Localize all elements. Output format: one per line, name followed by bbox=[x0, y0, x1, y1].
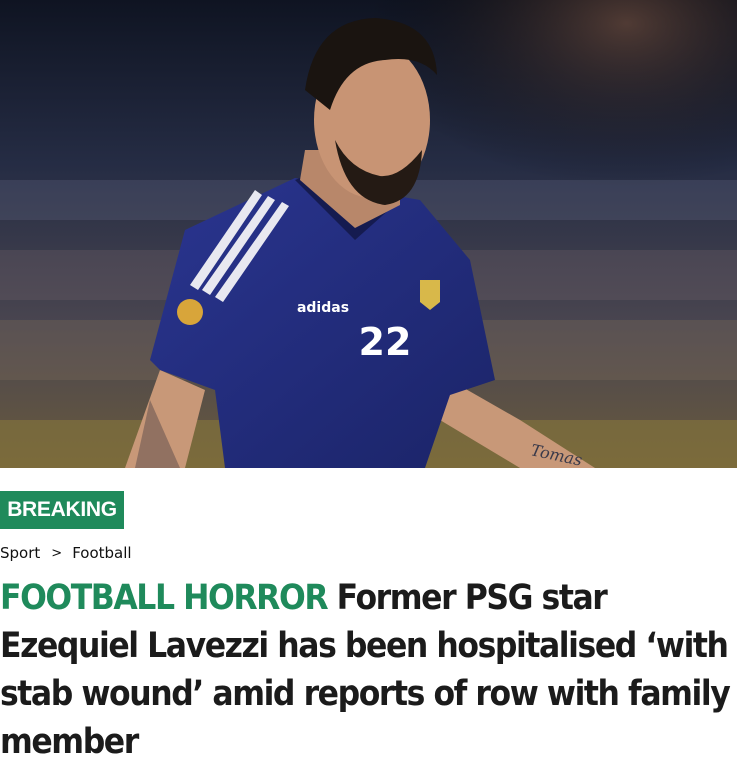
hero-image: 22 adidas Tomas bbox=[0, 0, 737, 468]
breaking-badge: BREAKING bbox=[0, 491, 124, 529]
jersey-brand: adidas bbox=[297, 300, 349, 316]
breadcrumb: Sport > Football bbox=[0, 542, 132, 564]
page-title: FOOTBALL HORROR Former PSG star Ezequiel… bbox=[0, 574, 737, 766]
breadcrumb-item-sport[interactable]: Sport bbox=[0, 544, 40, 562]
jersey-number: 22 bbox=[359, 320, 412, 364]
breadcrumb-separator-icon: > bbox=[51, 545, 63, 561]
headline-kicker: FOOTBALL HORROR bbox=[0, 578, 329, 618]
breadcrumb-item-football[interactable]: Football bbox=[72, 544, 131, 562]
hero-photo: 22 adidas Tomas bbox=[0, 0, 737, 468]
